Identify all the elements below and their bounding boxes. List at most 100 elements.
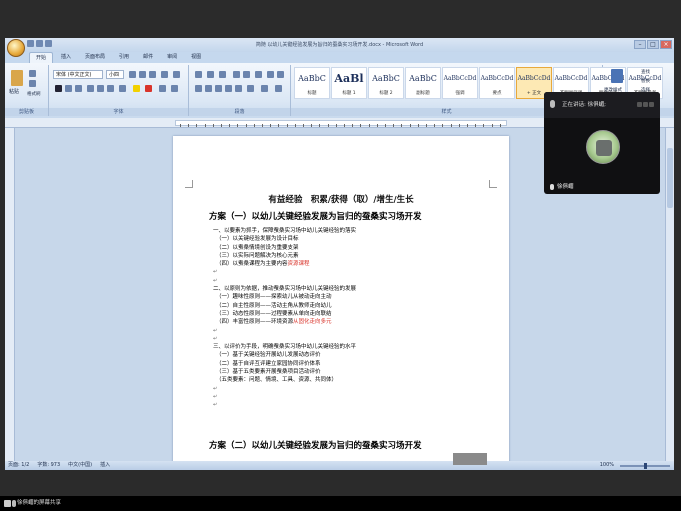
page-count[interactable]: 页面: 1/2	[8, 461, 29, 470]
video-call-panel: 正在讲话: 徐俱嵋; 徐俱嵋	[544, 92, 660, 194]
format-painter-button[interactable]: 格式刷	[27, 91, 41, 97]
align-right-icon[interactable]	[215, 85, 222, 92]
paragraph-mark: ↵	[213, 277, 218, 284]
strikethrough-icon[interactable]	[87, 85, 94, 92]
quick-style-item[interactable]: AaBl 标题 1	[331, 67, 367, 99]
highlight-icon[interactable]	[133, 85, 140, 92]
zoom-slider[interactable]	[620, 462, 670, 469]
decrease-indent-icon[interactable]	[233, 71, 240, 78]
justify-icon[interactable]	[225, 85, 232, 92]
quick-style-item[interactable]: AaBbC 副标题	[405, 67, 441, 99]
multilevel-list-icon[interactable]	[219, 71, 226, 78]
cursor-overlay	[453, 453, 487, 465]
list-item: （一）趣味性原则——探索幼儿从被动走向主动	[216, 294, 332, 301]
line-spacing-icon[interactable]	[247, 85, 254, 92]
minimize-button[interactable]: –	[634, 40, 646, 49]
shading-icon[interactable]	[261, 85, 268, 92]
quick-style-item[interactable]: AaBbCcDd 强调	[442, 67, 478, 99]
change-case-icon[interactable]	[119, 85, 126, 92]
numbering-icon[interactable]	[207, 71, 214, 78]
superscript-icon[interactable]	[107, 85, 114, 92]
change-styles-icon[interactable]	[611, 69, 623, 83]
paragraph-mark: ↵	[213, 327, 218, 334]
undo-icon[interactable]	[36, 40, 43, 47]
microphone-icon	[550, 183, 554, 190]
scrollbar-thumb[interactable]	[667, 148, 673, 208]
tab-review[interactable]: 审阅	[161, 52, 183, 63]
microphone-icon	[12, 500, 16, 507]
tab-view[interactable]: 视图	[185, 52, 207, 63]
clipboard-group: 粘贴 格式刷 剪贴板	[5, 65, 49, 116]
word-count[interactable]: 字数: 973	[37, 461, 60, 470]
underline-icon[interactable]	[75, 85, 82, 92]
tab-references[interactable]: 引用	[113, 52, 135, 63]
list-item: 三、以评价为手段，明确蚕桑实习场中幼儿关键经验的水平	[213, 344, 357, 351]
screen-share-bar: 徐俱嵋的屏幕共享	[0, 496, 681, 511]
clear-format-icon[interactable]	[149, 71, 156, 78]
enclose-char-icon[interactable]	[171, 85, 178, 92]
screen-share-stage: 简随 以幼儿关键经验发展为旨归的蚕桑实习场开发.docx - Microsoft…	[0, 0, 681, 511]
font-name-select[interactable]: 宋体 (中文正文)	[53, 70, 103, 79]
bold-icon[interactable]	[55, 85, 62, 92]
sort-icon[interactable]	[267, 71, 274, 78]
speaking-indicator: 正在讲话: 徐俱嵋;	[544, 92, 660, 118]
paragraph-mark: ↵	[213, 269, 218, 276]
font-color-icon[interactable]	[145, 85, 152, 92]
find-button[interactable]: 查找	[641, 69, 650, 75]
align-left-icon[interactable]	[195, 85, 202, 92]
section-heading: 方案（二）以幼儿关键经验发展为旨归的蚕桑实习场开发	[209, 441, 422, 451]
distribute-icon[interactable]	[235, 85, 242, 92]
zoom-slider-knob[interactable]	[644, 462, 647, 469]
tab-page-layout[interactable]: 页面布局	[79, 52, 111, 63]
tab-insert[interactable]: 插入	[55, 52, 77, 63]
layout-icon[interactable]	[637, 102, 654, 107]
list-item: （二）基于自评互评建立家园协同评价体系	[216, 360, 321, 367]
phonetic-icon[interactable]	[161, 71, 168, 78]
zoom-level[interactable]: 100%	[600, 461, 614, 470]
save-icon[interactable]	[27, 40, 34, 47]
copy-icon[interactable]	[29, 80, 36, 87]
quick-style-item[interactable]: AaBbC 标题 2	[368, 67, 404, 99]
align-center-icon[interactable]	[205, 85, 212, 92]
paragraph-mark: ↵	[213, 402, 218, 409]
char-shading-icon[interactable]	[159, 85, 166, 92]
vertical-ruler[interactable]	[5, 128, 15, 461]
vertical-scrollbar[interactable]	[665, 128, 674, 461]
subscript-icon[interactable]	[97, 85, 104, 92]
document-page[interactable]: 有益经验 积累/获得（取）/增生/生长 方案（一）以幼儿关键经验发展为旨归的蚕桑…	[173, 136, 509, 470]
paste-icon[interactable]	[11, 70, 23, 86]
paragraph-mark: ↵	[213, 385, 218, 392]
cut-icon[interactable]	[29, 70, 36, 77]
tab-home[interactable]: 开始	[29, 52, 54, 63]
borders-icon[interactable]	[275, 85, 282, 92]
section-one: 方案（一）以幼儿关键经验发展为旨归的蚕桑实习场开发 一、以要素为抓手，保障蚕桑实…	[173, 210, 509, 410]
show-marks-icon[interactable]	[277, 71, 284, 78]
list-item: （一）基于关键经验开展幼儿发展动态评价	[216, 352, 321, 359]
insert-mode[interactable]: 插入	[100, 461, 110, 470]
replace-button[interactable]: 替换	[641, 78, 650, 84]
avatar	[586, 130, 620, 164]
language[interactable]: 中文(中国)	[68, 461, 92, 470]
close-button[interactable]: ×	[660, 40, 672, 49]
list-item: （三）基于五类要素开展蚕桑项目活动评价	[216, 369, 321, 376]
document-title: 有益经验 积累/获得（取）/增生/生长	[268, 195, 414, 205]
office-button-icon[interactable]	[7, 39, 25, 57]
avatar-image	[596, 140, 612, 156]
char-border-icon[interactable]	[173, 71, 180, 78]
italic-icon[interactable]	[65, 85, 72, 92]
tab-mailings[interactable]: 邮件	[137, 52, 159, 63]
paste-label[interactable]: 粘贴	[9, 88, 19, 95]
quick-style-item[interactable]: AaBbC 标题	[294, 67, 330, 99]
grow-font-icon[interactable]	[129, 71, 136, 78]
status-bar: 页面: 1/2 字数: 973 中文(中国) 插入 100%	[5, 461, 674, 470]
font-size-select[interactable]: 小四	[106, 70, 124, 79]
list-item: 二、以原则为依据，推动蚕桑实习场中幼儿关键经验的发展	[213, 286, 357, 293]
redo-icon[interactable]	[45, 40, 52, 47]
shrink-font-icon[interactable]	[139, 71, 146, 78]
font-group: 宋体 (中文正文) 小四 字体	[49, 65, 189, 116]
bullets-icon[interactable]	[195, 71, 202, 78]
increase-indent-icon[interactable]	[243, 71, 250, 78]
chinese-layout-icon[interactable]	[255, 71, 262, 78]
maximize-button[interactable]: □	[647, 40, 659, 49]
quick-style-item[interactable]: AaBbCcDd 要点	[479, 67, 515, 99]
